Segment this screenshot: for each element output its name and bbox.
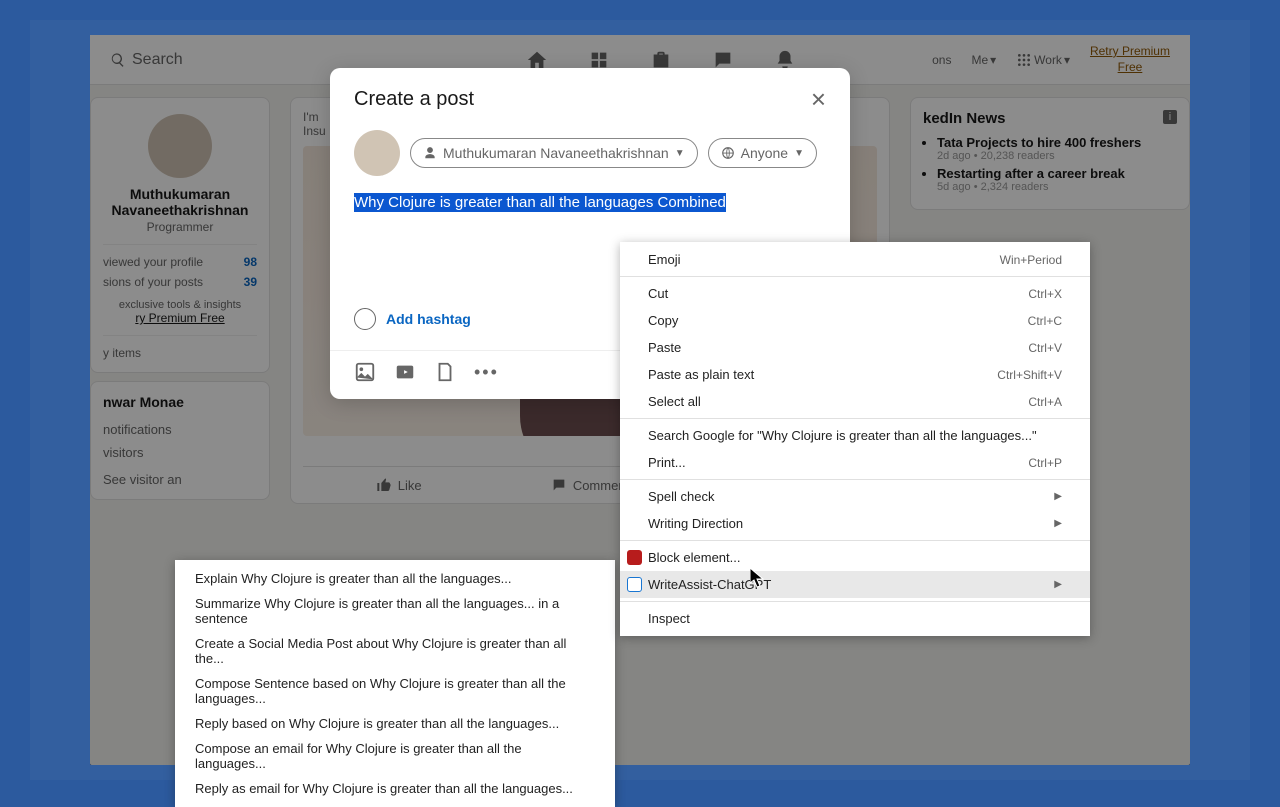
ctx-writeassist-chatgpt[interactable]: WriteAssist-ChatGPT▶ — [620, 571, 1090, 598]
app-container: Search ons Me▾ Work▾ Retry PremiumFree — [30, 20, 1250, 780]
search-icon — [110, 52, 126, 68]
emoji-icon[interactable] — [354, 308, 376, 330]
work-menu[interactable]: Work▾ — [1016, 52, 1070, 68]
ctx-search-google[interactable]: Search Google for "Why Clojure is greate… — [620, 422, 1090, 449]
retry-premium-link[interactable]: Retry PremiumFree — [1090, 44, 1170, 75]
submenu-reply-email[interactable]: Reply as email for Why Clojure is greate… — [175, 776, 615, 801]
news-item[interactable]: Tata Projects to hire 400 freshers2d ago… — [937, 135, 1177, 162]
chevron-right-icon: ▶ — [1054, 491, 1062, 502]
image-icon[interactable] — [354, 361, 376, 383]
like-icon — [376, 477, 392, 493]
comment-icon — [551, 477, 567, 493]
search-placeholder: Search — [132, 51, 183, 69]
ctx-paste-plain[interactable]: Paste as plain textCtrl+Shift+V — [620, 361, 1090, 388]
like-button[interactable]: Like — [303, 467, 494, 503]
visitor-row[interactable]: notifications — [103, 418, 257, 441]
premium-link[interactable]: ry Premium Free — [103, 311, 257, 325]
close-icon[interactable]: × — [811, 86, 826, 112]
modal-title: Create a post — [354, 88, 474, 111]
writeassist-icon — [627, 577, 642, 592]
chevron-down-icon: ▾ — [1064, 53, 1070, 67]
video-icon[interactable] — [394, 361, 416, 383]
ctx-block-element[interactable]: Block element... — [620, 544, 1090, 571]
chevron-down-icon: ▼ — [794, 148, 804, 159]
nav-right: ons Me▾ Work▾ Retry PremiumFree — [932, 44, 1170, 75]
search-box[interactable]: Search — [110, 51, 390, 69]
add-hashtag-button[interactable]: Add hashtag — [386, 311, 471, 327]
globe-icon — [721, 146, 735, 160]
visibility-selector[interactable]: Anyone ▼ — [708, 138, 817, 168]
submenu-compose-email[interactable]: Compose an email for Why Clojure is grea… — [175, 736, 615, 776]
avatar[interactable] — [148, 114, 212, 178]
news-heading: kedIn News — [923, 110, 1177, 127]
apps-icon — [1016, 52, 1032, 68]
ctx-select-all[interactable]: Select allCtrl+A — [620, 388, 1090, 415]
visitor-title: nwar Monae — [103, 394, 257, 410]
visitor-card: nwar Monae notifications visitors See vi… — [90, 381, 270, 500]
ctx-inspect[interactable]: Inspect — [620, 605, 1090, 632]
visitor-row[interactable]: visitors — [103, 441, 257, 464]
submenu-social-post[interactable]: Create a Social Media Post about Why Clo… — [175, 631, 615, 671]
author-selector[interactable]: Muthukumaran Navaneethakrishnan ▼ — [410, 138, 698, 168]
ctx-copy[interactable]: CopyCtrl+C — [620, 307, 1090, 334]
chevron-right-icon: ▶ — [1054, 579, 1062, 590]
context-menu: EmojiWin+Period CutCtrl+X CopyCtrl+C Pas… — [620, 242, 1090, 636]
me-menu[interactable]: Me▾ — [971, 53, 996, 67]
news-card: i kedIn News Tata Projects to hire 400 f… — [910, 97, 1190, 210]
chevron-down-icon: ▾ — [990, 53, 996, 67]
chevron-down-icon: ▼ — [675, 148, 685, 159]
person-icon — [423, 146, 437, 160]
submenu-summarize[interactable]: Summarize Why Clojure is greater than al… — [175, 591, 615, 631]
ctx-paste[interactable]: PasteCtrl+V — [620, 334, 1090, 361]
document-icon[interactable] — [434, 361, 456, 383]
news-item[interactable]: Restarting after a career break5d ago • … — [937, 166, 1177, 193]
info-icon[interactable]: i — [1163, 110, 1177, 124]
chevron-right-icon: ▶ — [1054, 518, 1062, 529]
my-items[interactable]: y items — [103, 346, 257, 360]
visitor-cta[interactable]: See visitor an — [103, 472, 257, 487]
stat-row[interactable]: viewed your profile98 — [103, 255, 257, 269]
submenu-explain[interactable]: Explain Why Clojure is greater than all … — [175, 566, 615, 591]
stat-row[interactable]: sions of your posts39 — [103, 275, 257, 289]
profile-name[interactable]: Muthukumaran Navaneethakrishnan — [103, 186, 257, 218]
ctx-spell-check[interactable]: Spell check▶ — [620, 483, 1090, 510]
avatar — [354, 130, 400, 176]
ctx-writing-direction[interactable]: Writing Direction▶ — [620, 510, 1090, 537]
more-icon[interactable]: ••• — [474, 362, 499, 383]
selected-text: Why Clojure is greater than all the lang… — [354, 193, 726, 212]
writeassist-submenu: Explain Why Clojure is greater than all … — [175, 560, 615, 807]
ctx-print[interactable]: Print...Ctrl+P — [620, 449, 1090, 476]
premium-text: exclusive tools & insights — [103, 299, 257, 311]
profile-title: Programmer — [103, 220, 257, 234]
submenu-compose-sentence[interactable]: Compose Sentence based on Why Clojure is… — [175, 671, 615, 711]
ctx-cut[interactable]: CutCtrl+X — [620, 280, 1090, 307]
profile-card: Muthukumaran Navaneethakrishnan Programm… — [90, 97, 270, 373]
nav-suffix: ons — [932, 53, 951, 67]
submenu-reply[interactable]: Reply based on Why Clojure is greater th… — [175, 711, 615, 736]
ctx-emoji[interactable]: EmojiWin+Period — [620, 246, 1090, 273]
ublock-icon — [627, 550, 642, 565]
